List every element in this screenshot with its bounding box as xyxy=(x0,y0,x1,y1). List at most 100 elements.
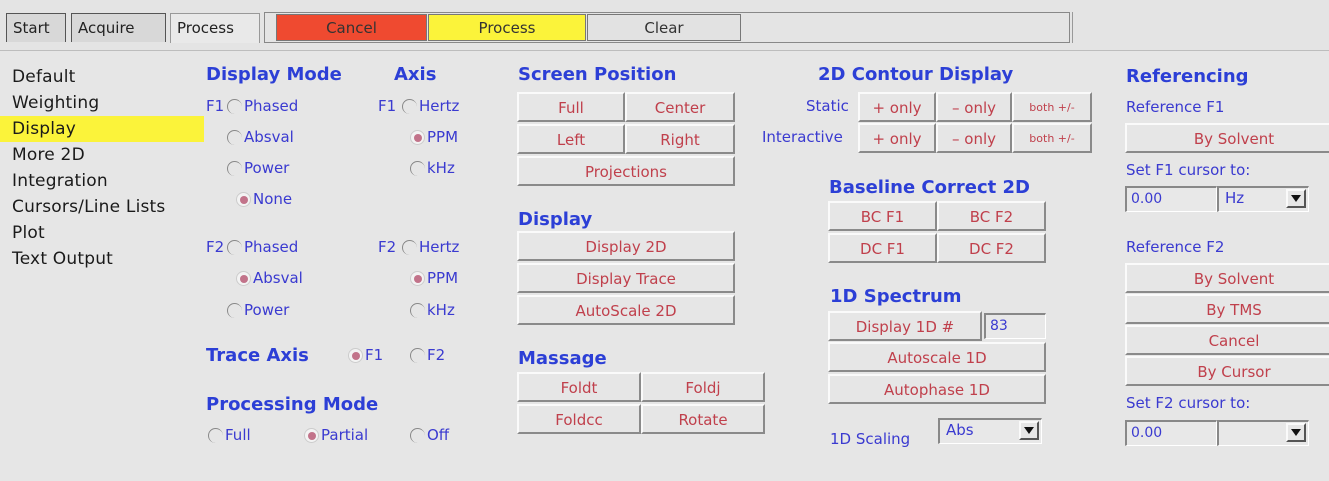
sidebar-item-more-2d[interactable]: More 2D xyxy=(0,142,204,168)
sidebar-item-integration[interactable]: Integration xyxy=(0,168,204,194)
interactive-both-button[interactable]: both +/- xyxy=(1012,123,1092,153)
display-1d-number-field[interactable]: 83 xyxy=(984,313,1046,339)
process-button[interactable]: Process xyxy=(428,14,586,41)
tab-start[interactable]: Start xyxy=(6,13,66,42)
cancel-button[interactable]: Cancel xyxy=(276,14,427,41)
toolbar-divider xyxy=(1072,12,1076,43)
radio-trace-f2[interactable]: F2 xyxy=(410,344,445,366)
radio-axis-f2-hertz[interactable]: Hertz xyxy=(402,236,459,258)
interactive-plus-only-button[interactable]: + only xyxy=(858,123,936,153)
reference-f2-label: Reference F2 xyxy=(1126,238,1225,256)
sidebar-item-plot[interactable]: Plot xyxy=(0,220,204,246)
display-trace-button[interactable]: Display Trace xyxy=(517,263,735,293)
bc-f1-button[interactable]: BC F1 xyxy=(828,201,937,231)
static-minus-only-button[interactable]: – only xyxy=(936,92,1012,122)
scaling-1d-label: 1D Scaling xyxy=(830,430,911,448)
radio-selected-icon xyxy=(236,271,251,286)
sidebar-item-cursors-line-lists[interactable]: Cursors/Line Lists xyxy=(0,194,204,220)
clear-button[interactable]: Clear xyxy=(587,14,741,41)
full-button[interactable]: Full xyxy=(517,92,625,122)
tab-acquire[interactable]: Acquire xyxy=(71,13,166,42)
sidebar-item-default[interactable]: Default xyxy=(0,64,204,90)
radio-selected-icon xyxy=(348,348,363,363)
axis-title: Axis xyxy=(394,64,437,85)
radio-f1-phased[interactable]: Phased xyxy=(227,95,298,117)
display-1d-button[interactable]: Display 1D # xyxy=(828,311,982,341)
tab-process[interactable]: Process xyxy=(170,13,260,43)
contour-display-title: 2D Contour Display xyxy=(818,64,1014,85)
radio-f1-power[interactable]: Power xyxy=(227,157,289,179)
contour-interactive-label: Interactive xyxy=(762,128,843,146)
rotate-button[interactable]: Rotate xyxy=(641,404,765,434)
radio-trace-f1[interactable]: F1 xyxy=(348,344,383,366)
projections-button[interactable]: Projections xyxy=(517,156,735,186)
axis-f1-label: F1 xyxy=(378,97,397,115)
dc-f2-button[interactable]: DC F2 xyxy=(937,233,1046,263)
referencing-title: Referencing xyxy=(1126,66,1249,87)
radio-f1-absval[interactable]: Absval xyxy=(227,126,294,148)
baseline-correct-title: Baseline Correct 2D xyxy=(829,177,1030,198)
autophase-1d-button[interactable]: Autophase 1D xyxy=(828,374,1046,404)
foldcc-button[interactable]: Foldcc xyxy=(517,404,641,434)
radio-processing-partial[interactable]: Partial xyxy=(304,424,368,446)
processing-mode-title: Processing Mode xyxy=(206,394,379,415)
radio-processing-full[interactable]: Full xyxy=(208,424,251,446)
sidebar-item-display[interactable]: Display xyxy=(0,116,204,142)
radio-unselected-icon xyxy=(410,348,425,363)
sidebar-item-weighting[interactable]: Weighting xyxy=(0,90,204,116)
radio-axis-f2-ppm[interactable]: PPM xyxy=(410,267,458,289)
radio-unselected-icon xyxy=(208,428,223,443)
f2-unit-select[interactable] xyxy=(1217,420,1309,446)
massage-title: Massage xyxy=(518,348,607,369)
foldj-button[interactable]: Foldj xyxy=(641,372,765,402)
radio-f2-phased[interactable]: Phased xyxy=(227,236,298,258)
by-solvent-f2-button[interactable]: By Solvent xyxy=(1125,263,1329,293)
chevron-down-icon[interactable] xyxy=(1019,421,1039,440)
f1-unit-select[interactable]: Hz xyxy=(1217,186,1309,212)
ref-cancel-button[interactable]: Cancel xyxy=(1125,325,1329,355)
radio-f1-none[interactable]: None xyxy=(236,188,292,210)
radio-unselected-icon xyxy=(402,99,417,114)
radio-axis-f1-hertz[interactable]: Hertz xyxy=(402,95,459,117)
center-button[interactable]: Center xyxy=(625,92,735,122)
radio-f2-absval[interactable]: Absval xyxy=(236,267,303,289)
interactive-minus-only-button[interactable]: – only xyxy=(936,123,1012,153)
radio-unselected-icon xyxy=(227,240,242,255)
dc-f1-button[interactable]: DC F1 xyxy=(828,233,937,263)
display-mode-f1-label: F1 xyxy=(206,97,225,115)
f1-cursor-field[interactable]: 0.00 xyxy=(1125,186,1217,212)
display-2d-button[interactable]: Display 2D xyxy=(517,231,735,261)
radio-axis-f1-ppm[interactable]: PPM xyxy=(410,126,458,148)
autoscale-1d-button[interactable]: Autoscale 1D xyxy=(828,342,1046,372)
bc-f2-button[interactable]: BC F2 xyxy=(937,201,1046,231)
screen-position-title: Screen Position xyxy=(518,64,677,85)
chevron-down-icon[interactable] xyxy=(1286,423,1306,442)
by-cursor-button[interactable]: By Cursor xyxy=(1125,356,1329,386)
radio-axis-f1-khz[interactable]: kHz xyxy=(410,157,455,179)
static-plus-only-button[interactable]: + only xyxy=(858,92,936,122)
by-tms-button[interactable]: By TMS xyxy=(1125,294,1329,324)
radio-selected-icon xyxy=(410,130,425,145)
left-button[interactable]: Left xyxy=(517,124,625,154)
radio-axis-f2-khz[interactable]: kHz xyxy=(410,299,455,321)
autoscale-2d-button[interactable]: AutoScale 2D xyxy=(517,295,735,325)
contour-static-label: Static xyxy=(806,97,849,115)
scaling-1d-value: Abs xyxy=(946,421,974,439)
radio-unselected-icon xyxy=(227,99,242,114)
radio-processing-off[interactable]: Off xyxy=(410,424,449,446)
radio-f2-power[interactable]: Power xyxy=(227,299,289,321)
f2-cursor-field[interactable]: 0.00 xyxy=(1125,420,1217,446)
sidebar-item-text-output[interactable]: Text Output xyxy=(0,246,204,272)
reference-f1-label: Reference F1 xyxy=(1126,98,1225,116)
radio-unselected-icon xyxy=(227,303,242,318)
axis-f2-label: F2 xyxy=(378,238,397,256)
static-both-button[interactable]: both +/- xyxy=(1012,92,1092,122)
radio-selected-icon xyxy=(304,428,319,443)
radio-unselected-icon xyxy=(227,161,242,176)
foldt-button[interactable]: Foldt xyxy=(517,372,641,402)
scaling-1d-select[interactable]: Abs xyxy=(938,418,1042,444)
by-solvent-f1-button[interactable]: By Solvent xyxy=(1125,123,1329,153)
right-button[interactable]: Right xyxy=(625,124,735,154)
chevron-down-icon[interactable] xyxy=(1286,189,1306,208)
display-mode-title: Display Mode xyxy=(206,64,342,85)
